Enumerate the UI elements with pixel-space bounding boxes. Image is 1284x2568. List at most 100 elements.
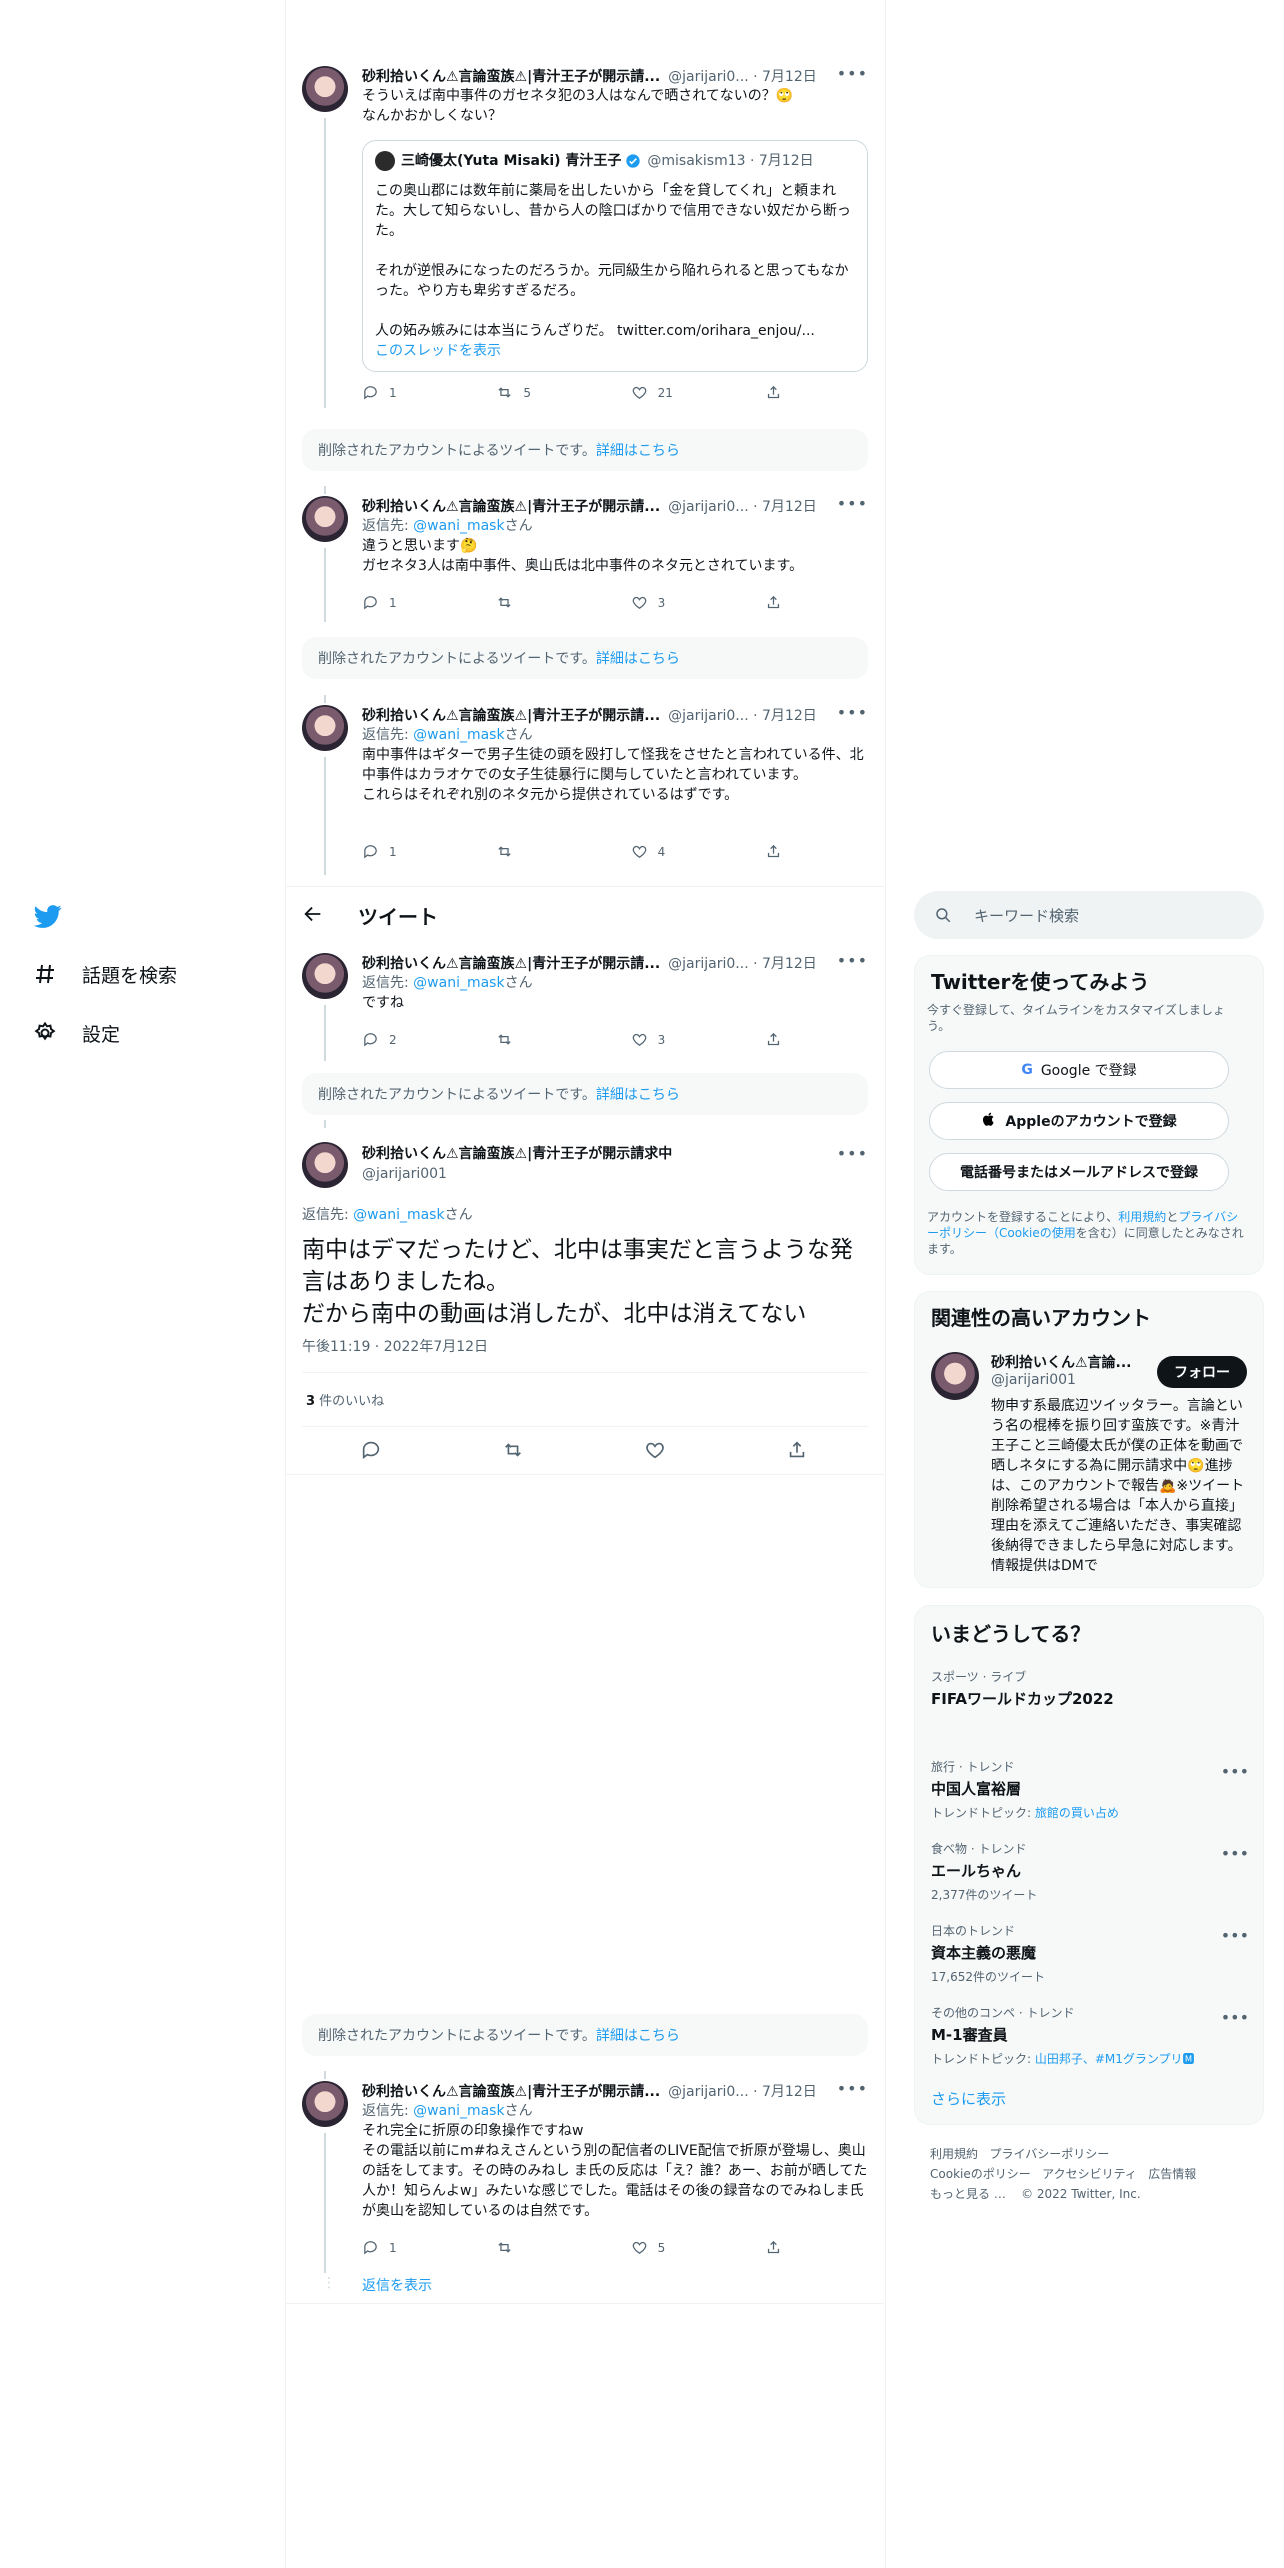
back-arrow-icon[interactable] [302, 903, 324, 929]
details-link[interactable]: 詳細はこちら [596, 2025, 680, 2045]
tweet-author-handle[interactable]: @jarijari0... · 7月12日 [668, 496, 817, 516]
details-link[interactable]: 詳細はこちら [596, 440, 680, 460]
main-author-name[interactable]: 砂利拾いくん⚠言論蛮族⚠|青汁王子が開示請求中 [362, 1144, 672, 1164]
related-account-handle[interactable]: @jarijari001 [991, 1372, 1076, 1388]
trend-topic-link[interactable]: 山田邦子、#M1グランプリ🅼 [1035, 2052, 1195, 2066]
footer-line[interactable]: 利用規約 プライバシーポリシー [930, 2144, 1196, 2164]
nav-explore[interactable]: 話題を検索 [30, 959, 177, 989]
reply-button[interactable]: 1 [362, 2239, 496, 2256]
main-author-handle[interactable]: @jarijari001 [362, 1164, 672, 1184]
more-options-icon[interactable]: ••• [1221, 1762, 1249, 1781]
avatar[interactable] [302, 1142, 348, 1188]
tweet-author-handle[interactable]: @jarijari0... · 7月12日 [668, 705, 817, 725]
avatar[interactable] [302, 496, 348, 542]
footer-line[interactable]: もっと見る … © 2022 Twitter, Inc. [930, 2184, 1196, 2204]
retweet-button[interactable] [496, 594, 630, 611]
apple-signup-button[interactable]: Appleのアカウントで登録 [929, 1102, 1229, 1140]
main-tweet-author[interactable]: 砂利拾いくん⚠言論蛮族⚠|青汁王子が開示請求中 @jarijari001 [362, 1144, 672, 1184]
reply-to-user[interactable]: @wani_mask [353, 1207, 444, 1223]
reply-button[interactable] [360, 1439, 382, 1465]
avatar[interactable] [302, 66, 348, 112]
share-button[interactable] [765, 384, 782, 401]
like-button[interactable]: 21 [631, 384, 765, 401]
twitter-logo-icon[interactable] [32, 902, 64, 930]
more-options-icon[interactable]: ••• [837, 1144, 868, 1163]
retweet-button[interactable]: 5 [496, 384, 630, 401]
share-button[interactable] [765, 843, 782, 860]
show-thread-link[interactable]: このスレッドを表示 [375, 341, 855, 361]
google-signup-button[interactable]: G Google で登録 [929, 1051, 1229, 1089]
details-link[interactable]: 詳細はこちら [596, 648, 680, 668]
like-button[interactable] [644, 1439, 666, 1465]
trend-topic-link[interactable]: 旅館の買い占め [1035, 1806, 1119, 1820]
like-button[interactable]: 4 [631, 843, 765, 860]
search-box[interactable]: キーワード検索 [914, 891, 1264, 939]
reply-to-user[interactable]: @wani_mask [413, 727, 504, 743]
reply-button[interactable]: 1 [362, 843, 496, 860]
tweet-author-name[interactable]: 砂利拾いくん⚠言論蛮族⚠|青汁王子が開示請... [362, 705, 660, 725]
reply-to-user[interactable]: @wani_mask [413, 518, 504, 534]
like-button[interactable]: 3 [631, 1031, 765, 1048]
tweet-author-name[interactable]: 砂利拾いくん⚠言論蛮族⚠|青汁王子が開示請... [362, 2081, 660, 2101]
avatar[interactable] [302, 705, 348, 751]
terms-link[interactable]: 利用規約 [1118, 1210, 1166, 1224]
share-button[interactable] [765, 2239, 782, 2256]
quoted-tweet[interactable]: 三崎優太(Yuta Misaki) 青汁王子 @misakism13 · 7月1… [362, 140, 868, 372]
tweet-card[interactable]: 砂利拾いくん⚠言論蛮族⚠|青汁王子が開示請... @jarijari0... ·… [302, 2071, 868, 2301]
retweet-button[interactable] [496, 843, 630, 860]
tweet-card[interactable]: 砂利拾いくん⚠言論蛮族⚠|青汁王子が開示請... @jarijari0... ·… [302, 486, 868, 626]
main-tweet-timestamp[interactable]: 午後11:19 · 2022年7月12日 [302, 1336, 488, 1356]
more-options-icon[interactable]: ••• [837, 951, 868, 970]
tweet-card[interactable]: 砂利拾いくん⚠言論蛮族⚠|青汁王子が開示請... @jarijari0... ·… [302, 695, 868, 875]
trend-item[interactable]: 日本のトレンド 資本主義の悪魔 17,652件のツイート ••• [931, 1922, 1249, 1985]
tweet-author-name[interactable]: 砂利拾いくん⚠言論蛮族⚠|青汁王子が開示請... [362, 66, 660, 86]
more-options-icon[interactable]: ••• [1221, 1844, 1249, 1863]
more-options-icon[interactable]: ••• [1221, 1926, 1249, 1945]
reply-to-line: 返信先: @wani_maskさん [362, 973, 868, 993]
more-options-icon[interactable]: ••• [837, 494, 868, 513]
tweet-author-handle[interactable]: @jarijari0... · 7月12日 [668, 2081, 817, 2101]
show-replies-link[interactable]: 返信を表示 [362, 2275, 432, 2295]
follow-button[interactable]: フォロー [1157, 1356, 1247, 1388]
tweet-author-handle[interactable]: @jarijari0... · 7月12日 [668, 953, 817, 973]
cookie-link[interactable]: （Cookieの使用 [987, 1226, 1076, 1240]
footer-line[interactable]: Cookieのポリシー アクセシビリティ 広告情報 [930, 2164, 1196, 2184]
tweet-card[interactable]: 砂利拾いくん⚠言論蛮族⚠|青汁王子が開示請... @jarijari0... ·… [302, 64, 868, 416]
retweet-button[interactable] [496, 2239, 630, 2256]
nav-settings[interactable]: 設定 [30, 1018, 120, 1048]
avatar[interactable] [302, 2081, 348, 2127]
quoted-author-name[interactable]: 三崎優太(Yuta Misaki) 青汁王子 [401, 151, 621, 171]
share-button[interactable] [765, 594, 782, 611]
reply-button[interactable]: 2 [362, 1031, 496, 1048]
related-account-name[interactable]: 砂利拾いくん⚠言論... [991, 1352, 1151, 1372]
more-options-icon[interactable]: ••• [837, 64, 868, 83]
likes-summary[interactable]: 3 件のいいね [306, 1390, 384, 1409]
share-button[interactable] [765, 1031, 782, 1048]
tweet-author-name[interactable]: 砂利拾いくん⚠言論蛮族⚠|青汁王子が開示請... [362, 953, 660, 973]
avatar[interactable] [931, 1352, 979, 1400]
retweet-button[interactable] [502, 1439, 524, 1465]
quoted-avatar[interactable] [375, 151, 395, 171]
more-options-icon[interactable]: ••• [837, 2079, 868, 2098]
show-more-link[interactable]: さらに表示 [931, 2088, 1006, 2109]
share-button[interactable] [786, 1439, 808, 1465]
tweet-author-handle[interactable]: @jarijari0... · 7月12日 [668, 66, 817, 86]
tweet-author-name[interactable]: 砂利拾いくん⚠言論蛮族⚠|青汁王子が開示請... [362, 496, 660, 516]
phone-email-signup-button[interactable]: 電話番号またはメールアドレスで登録 [929, 1153, 1229, 1191]
trend-item[interactable]: 旅行 · トレンド 中国人富裕層 トレンドトピック: 旅館の買い占め ••• [931, 1758, 1249, 1821]
retweet-button[interactable] [496, 1031, 630, 1048]
more-options-icon[interactable]: ••• [837, 703, 868, 722]
reply-button[interactable]: 1 [362, 594, 496, 611]
more-options-icon[interactable]: ••• [1221, 2008, 1249, 2027]
reply-to-user[interactable]: @wani_mask [413, 2103, 504, 2119]
tweet-card[interactable]: 砂利拾いくん⚠言論蛮族⚠|青汁王子が開示請... @jarijari0... ·… [302, 951, 868, 1063]
like-button[interactable]: 5 [631, 2239, 765, 2256]
reply-to-user[interactable]: @wani_mask [413, 975, 504, 991]
reply-button[interactable]: 1 [362, 384, 496, 401]
avatar[interactable] [302, 953, 348, 999]
trend-item[interactable]: スポーツ · ライブ FIFAワールドカップ2022 [931, 1668, 1249, 1709]
like-button[interactable]: 3 [631, 594, 765, 611]
trend-item[interactable]: その他のコンペ · トレンド M-1審査員 トレンドトピック: 山田邦子、#M1… [931, 2004, 1249, 2067]
trend-item[interactable]: 食べ物 · トレンド エールちゃん 2,377件のツイート ••• [931, 1840, 1249, 1903]
details-link[interactable]: 詳細はこちら [596, 1084, 680, 1104]
